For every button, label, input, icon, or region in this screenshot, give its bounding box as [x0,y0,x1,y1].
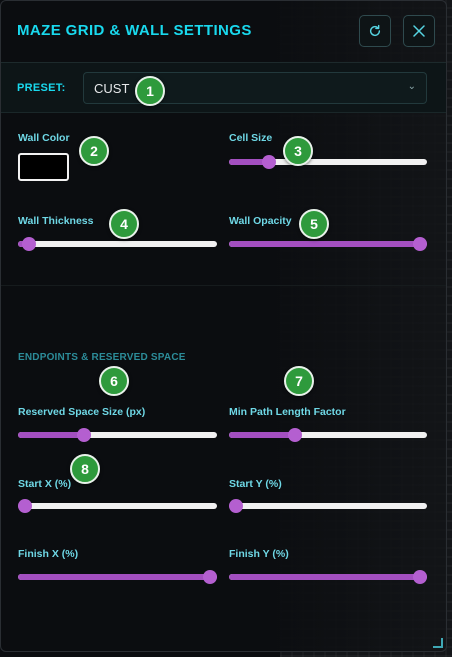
chevron-down-icon: ⌄ [407,81,416,92]
reserved-space-slider[interactable] [18,428,217,442]
panel-title: MAZE GRID & WALL SETTINGS [17,22,252,39]
slider-fill [18,432,85,438]
finish-x-label: Finish X (%) [18,548,79,560]
start-y-slider[interactable] [229,499,427,513]
reset-button[interactable] [359,15,391,47]
close-icon [413,25,425,37]
slider-thumb[interactable] [287,428,302,442]
finish-x-slider[interactable] [18,570,217,584]
slider-thumb[interactable] [413,237,427,251]
slider-fill [229,432,295,438]
preset-label: PRESET: [17,82,66,94]
close-button[interactable] [403,15,435,47]
slider-thumb[interactable] [21,237,36,251]
slider-track [18,241,217,247]
min-path-length-slider[interactable] [229,428,427,442]
preset-row: PRESET: CUST ⌄ [1,63,446,113]
resize-handle[interactable] [433,638,443,648]
annotation-badge-7: 7 [284,366,314,396]
wall-color-swatch[interactable] [18,153,69,181]
section-divider [1,285,446,286]
slider-fill [18,574,210,580]
panel-header: MAZE GRID & WALL SETTINGS [1,1,446,63]
min-path-length-label: Min Path Length Factor [229,406,346,418]
reserved-space-label: Reserved Space Size (px) [18,406,146,418]
slider-fill [229,241,420,247]
finish-y-label: Finish Y (%) [229,548,289,560]
wall-thickness-label: Wall Thickness [18,215,94,227]
annotation-badge-1: 1 [135,76,165,106]
settings-panel: MAZE GRID & WALL SETTINGS PRESET: CUST ⌄… [0,0,447,652]
annotation-badge-8: 8 [70,454,100,484]
slider-thumb[interactable] [203,570,217,584]
endpoints-section-title: ENDPOINTS & RESERVED SPACE [18,352,186,363]
finish-y-slider[interactable] [229,570,427,584]
preset-selected-value: CUST [94,81,130,96]
annotation-badge-2: 2 [79,136,109,166]
slider-thumb[interactable] [229,499,243,513]
annotation-badge-6: 6 [99,366,129,396]
wall-opacity-slider[interactable] [229,237,427,251]
annotation-badge-3: 3 [283,136,313,166]
slider-track [229,503,427,509]
cell-size-label: Cell Size [229,132,273,144]
slider-track [18,503,217,509]
slider-thumb[interactable] [18,499,32,513]
start-y-label: Start Y (%) [229,478,282,490]
slider-thumb[interactable] [262,155,277,169]
slider-thumb[interactable] [413,570,427,584]
wall-color-label: Wall Color [18,132,70,144]
annotation-badge-5: 5 [299,209,329,239]
cell-size-slider[interactable] [229,155,427,169]
refresh-icon [369,24,381,37]
wall-thickness-slider[interactable] [18,237,217,251]
annotation-badge-4: 4 [109,209,139,239]
slider-fill [229,574,420,580]
slider-thumb[interactable] [77,428,92,442]
wall-opacity-label: Wall Opacity [229,215,292,227]
start-x-slider[interactable] [18,499,217,513]
start-x-label: Start X (%) [18,478,72,490]
